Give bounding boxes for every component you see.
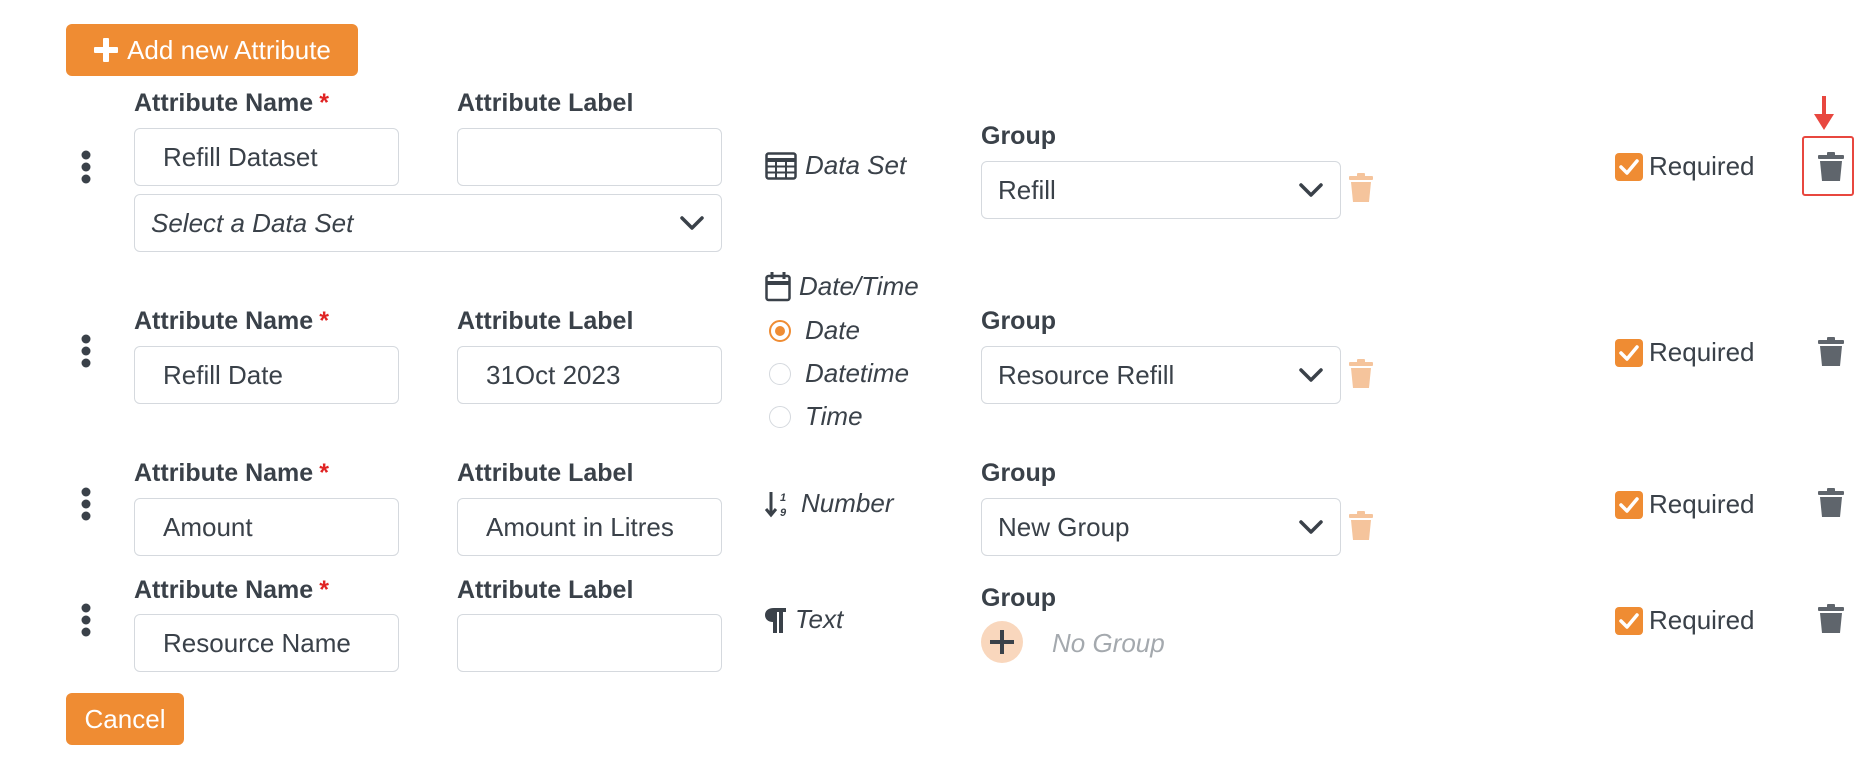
group-trash-icon[interactable] (1349, 511, 1373, 541)
attribute-name-input[interactable]: Amount (134, 498, 399, 556)
drag-handle-icon[interactable] (80, 150, 92, 184)
chevron-down-icon (1299, 368, 1323, 382)
check-icon (1619, 344, 1639, 361)
attribute-label-input[interactable]: Amount in Litres (457, 498, 722, 556)
attribute-label-label: Attribute Label (457, 89, 634, 117)
drag-handle-icon[interactable] (80, 603, 92, 637)
required-star: * (319, 576, 329, 604)
calendar-icon (765, 271, 791, 301)
attribute-name-label: Attribute Name * (134, 576, 329, 604)
delete-attribute-trash-icon[interactable] (1818, 604, 1844, 634)
group-select[interactable]: Resource Refill (981, 346, 1341, 404)
annotation-highlight-box (1802, 136, 1854, 196)
delete-attribute-trash-icon[interactable] (1818, 337, 1844, 367)
pilcrow-icon (765, 607, 786, 633)
attribute-label-input[interactable] (457, 614, 722, 672)
attribute-label-label: Attribute Label (457, 576, 634, 604)
attribute-name-input[interactable]: Refill Date (134, 346, 399, 404)
required-star: * (319, 89, 329, 117)
radio-button[interactable] (769, 319, 791, 342)
attribute-label-label: Attribute Label (457, 307, 634, 335)
required-label: Required (1649, 151, 1755, 181)
check-icon (1619, 496, 1639, 513)
sort-numeric-icon: 19 (765, 491, 787, 518)
red-arrow-icon (1814, 96, 1834, 130)
svg-text:9: 9 (780, 507, 787, 518)
type-label-number: 19 Number (765, 488, 893, 519)
radio-date[interactable]: Date (769, 315, 860, 346)
group-select[interactable]: Refill (981, 161, 1341, 219)
required-checkbox[interactable]: Required (1615, 605, 1755, 636)
required-star: * (319, 307, 329, 335)
group-label: Group (981, 307, 1056, 335)
radio-button[interactable] (769, 362, 791, 385)
group-label: Group (981, 122, 1056, 150)
group-label: Group (981, 584, 1056, 612)
radio-time[interactable]: Time (769, 401, 863, 432)
group-select[interactable]: New Group (981, 498, 1341, 556)
add-attribute-button[interactable]: Add new Attribute (66, 24, 358, 76)
plus-icon (94, 38, 119, 62)
attribute-label-input[interactable]: 31Oct 2023 (457, 346, 722, 404)
group-trash-icon[interactable] (1349, 173, 1373, 203)
attribute-label-input[interactable] (457, 128, 722, 186)
type-label-datetime: Date/Time (765, 271, 919, 302)
required-checkbox[interactable]: Required (1615, 151, 1755, 182)
radio-datetime[interactable]: Datetime (769, 358, 909, 389)
delete-attribute-trash-icon[interactable] (1818, 488, 1844, 518)
attribute-label-label: Attribute Label (457, 459, 634, 487)
type-label-text: Text (765, 604, 843, 635)
attribute-name-label: Attribute Name * (134, 89, 329, 117)
add-group-button[interactable] (981, 621, 1023, 663)
group-trash-icon[interactable] (1349, 359, 1373, 389)
required-label: Required (1649, 489, 1755, 519)
check-icon (1619, 612, 1639, 629)
add-attribute-label: Add new Attribute (127, 34, 331, 65)
check-icon (1619, 158, 1639, 175)
required-star: * (319, 459, 329, 487)
table-icon (765, 151, 797, 180)
chevron-down-icon (1299, 520, 1323, 534)
required-checkbox[interactable]: Required (1615, 337, 1755, 368)
svg-text:1: 1 (780, 492, 786, 504)
drag-handle-icon[interactable] (80, 334, 92, 368)
chevron-down-icon (680, 216, 704, 230)
attribute-name-input[interactable]: Refill Dataset (134, 128, 399, 186)
cancel-label: Cancel (84, 703, 166, 734)
group-label: Group (981, 459, 1056, 487)
required-label: Required (1649, 605, 1755, 635)
cancel-button[interactable]: Cancel (66, 693, 184, 745)
attribute-name-input[interactable]: Resource Name (134, 614, 399, 672)
required-checkbox[interactable]: Required (1615, 489, 1755, 520)
type-label-dataset: Data Set (765, 150, 906, 181)
chevron-down-icon (1299, 183, 1323, 197)
attribute-name-label: Attribute Name * (134, 459, 329, 487)
no-group-text: No Group (1052, 628, 1165, 658)
radio-button[interactable] (769, 405, 791, 428)
required-label: Required (1649, 337, 1755, 367)
attribute-name-label: Attribute Name * (134, 307, 329, 335)
drag-handle-icon[interactable] (80, 487, 92, 521)
plus-icon (990, 630, 1014, 654)
dataset-select[interactable]: Select a Data Set (134, 194, 722, 252)
